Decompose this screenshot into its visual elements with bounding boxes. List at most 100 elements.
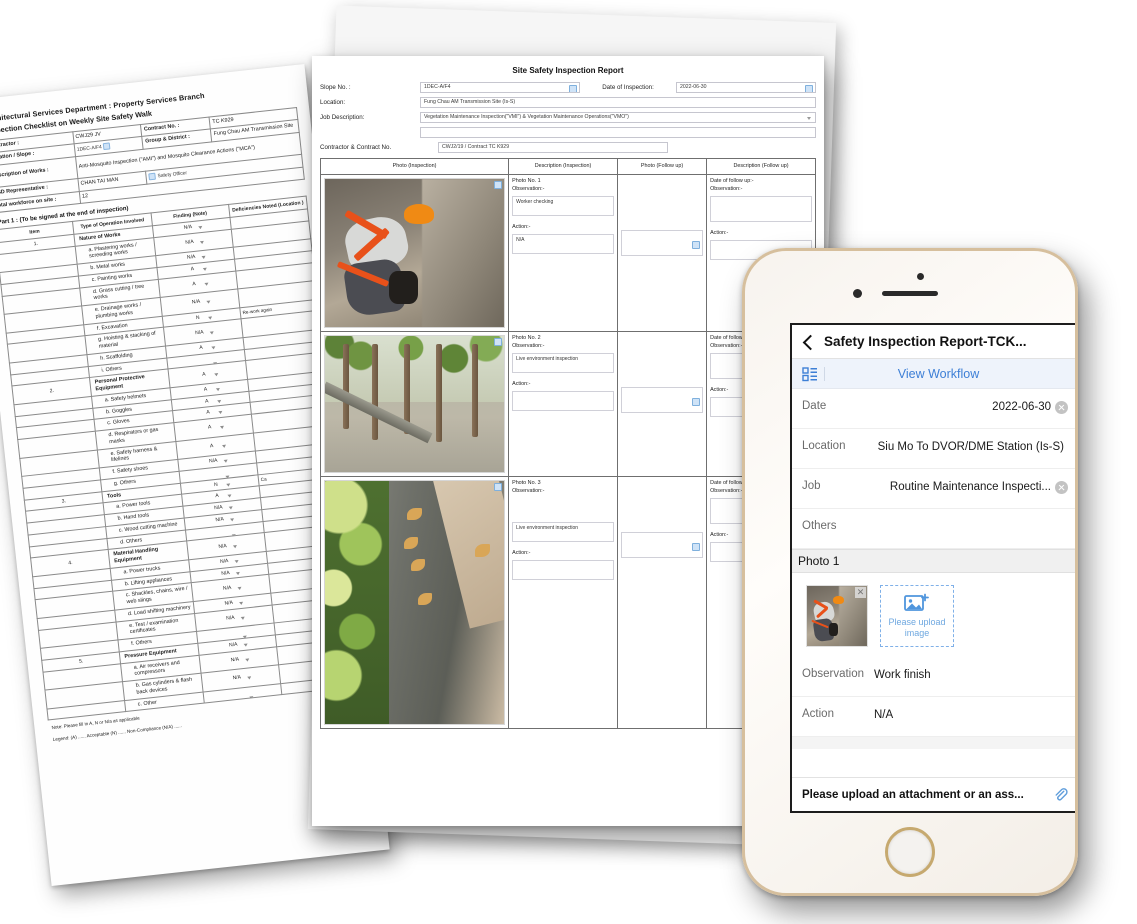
- report-title: Site Safety Inspection Report: [512, 66, 624, 75]
- job-description-label: Job Description:: [320, 114, 365, 121]
- checklist-finding-value: A: [204, 442, 227, 451]
- photo-cell-3[interactable]: [319, 476, 510, 730]
- followup-observation-label-1: Observation:-: [710, 186, 743, 193]
- photo-edit-icon[interactable]: [494, 338, 503, 347]
- followup-photo-upload-1[interactable]: [620, 230, 704, 257]
- location-value: Fung Chau AM Transmission Site (Is-S): [424, 99, 516, 105]
- date-label: Date of Inspection:: [602, 84, 654, 91]
- paperclip-icon[interactable]: [1053, 787, 1068, 802]
- checklist-finding-value: A: [199, 397, 222, 406]
- followup-photo-upload-3[interactable]: [620, 532, 704, 559]
- photo-art-drain: [325, 481, 505, 725]
- app-header: Safety Inspection Report-TCK...: [792, 325, 1075, 359]
- job-description-extra-row: [320, 127, 816, 138]
- photo-edit-icon[interactable]: [494, 483, 503, 492]
- checklist-finding-value: N/A: [219, 584, 242, 593]
- action-value-2[interactable]: [512, 391, 614, 412]
- slope-no-input[interactable]: 1DEC-A/F4: [420, 82, 580, 93]
- photo-art-trees: [325, 336, 505, 473]
- inspection-photo-2[interactable]: [324, 335, 506, 474]
- action-value-1[interactable]: N/A: [512, 234, 614, 255]
- report-contractor-input[interactable]: CWJ2/19 / Contract TC K929: [438, 142, 668, 153]
- proximity-sensor-icon: [917, 273, 924, 280]
- checklist-finding-value: N/A: [182, 238, 205, 247]
- earpiece-speaker: [882, 291, 938, 296]
- remove-photo-icon[interactable]: ✕: [855, 587, 866, 598]
- clear-icon[interactable]: [1055, 401, 1068, 414]
- report-contractor-label: Contractor & Contract No.: [320, 144, 392, 151]
- followup-action-label-1: Action:-: [710, 230, 729, 237]
- photo-no-3: Photo No. 3: [512, 480, 541, 487]
- checklist-finding-value: [231, 693, 253, 695]
- back-icon[interactable]: [802, 336, 814, 348]
- workflow-bar[interactable]: View Workflow: [792, 359, 1075, 389]
- location-input[interactable]: Fung Chau AM Transmission Site (Is-S): [420, 97, 816, 108]
- clear-icon[interactable]: [1055, 481, 1068, 494]
- date-value: 2022-06-30: [680, 84, 707, 90]
- field-label-others: Others: [802, 520, 837, 532]
- checklist-finding-value: N/A: [206, 457, 229, 466]
- screenshot-canvas: Architectural Services Department : Prop…: [0, 0, 1137, 924]
- photo-edit-icon[interactable]: [494, 181, 503, 190]
- followup-photo-cell-2[interactable]: [616, 331, 708, 478]
- field-row-location[interactable]: Location Siu Mo To DVOR/DME Station (Is-…: [792, 429, 1075, 469]
- field-row-observation[interactable]: Observation Work finish: [792, 657, 1075, 697]
- checklist-finding-value: N/A: [223, 614, 246, 623]
- followup-photo-upload-2[interactable]: [620, 387, 704, 414]
- photo-table-header-row: Photo (Inspection) Description (Inspecti…: [319, 157, 816, 176]
- home-button[interactable]: [885, 827, 935, 877]
- field-value-action: N/A: [874, 709, 894, 721]
- inspection-photo-1[interactable]: [324, 178, 506, 329]
- phone-screen: Safety Inspection Report-TCK... View Wor…: [790, 323, 1075, 813]
- upload-image-button[interactable]: Please upload image: [880, 585, 954, 647]
- field-row-date[interactable]: Date 2022-06-30: [792, 389, 1075, 429]
- followup-observation-value-1[interactable]: [710, 196, 812, 223]
- checklist-finding-value: A: [202, 423, 225, 432]
- page-title: Safety Inspection Report-TCK...: [824, 334, 1027, 349]
- image-upload-icon[interactable]: [692, 241, 701, 250]
- field-value-job: Routine Maintenance Inspecti...: [889, 481, 1051, 493]
- slope-no-value: 1DEC-A/F4: [424, 84, 451, 90]
- chevron-down-icon[interactable]: [807, 117, 811, 120]
- contractor-row: Contractor & Contract No. CWJ2/19 / Cont…: [320, 142, 816, 153]
- field-label-job: Job: [802, 480, 821, 492]
- checklist-finding-value: A: [200, 408, 223, 417]
- job-description-extra-input[interactable]: [420, 127, 816, 138]
- photo-cell-2[interactable]: [319, 331, 510, 478]
- date-input[interactable]: 2022-06-30: [676, 82, 816, 93]
- image-upload-icon[interactable]: [692, 398, 701, 407]
- observation-label-2: Observation:-: [512, 343, 545, 350]
- inspection-photo-3[interactable]: [324, 480, 506, 726]
- photo-thumbnail[interactable]: ✕: [806, 585, 868, 647]
- followup-photo-cell-3[interactable]: [616, 476, 708, 730]
- view-workflow-link[interactable]: View Workflow: [835, 367, 1068, 381]
- picker-icon[interactable]: [102, 142, 111, 150]
- checklist-finding-value: N: [208, 480, 231, 489]
- slope-picker-icon[interactable]: [569, 84, 577, 92]
- slope-no-label: Slope No. :: [320, 84, 351, 91]
- th-photo-inspection: Photo (Inspection): [319, 157, 510, 176]
- observation-label-1: Observation:-: [512, 186, 545, 193]
- photo-cell-1[interactable]: [319, 174, 510, 333]
- field-row-others[interactable]: Others: [792, 509, 1075, 549]
- field-label-date: Date: [802, 400, 827, 412]
- checklist-finding-value: N/A: [218, 568, 241, 577]
- description-cell-3: Photo No. 3 Observation:- Live environme…: [508, 476, 618, 730]
- attachment-bar[interactable]: Please upload an attachment or an ass...: [792, 777, 1075, 811]
- checklist-finding-value: N/A: [221, 599, 244, 608]
- checklist-finding-value: [225, 633, 247, 635]
- followup-photo-cell-1[interactable]: [616, 174, 708, 333]
- field-row-job[interactable]: Job Routine Maintenance Inspecti...: [792, 469, 1075, 509]
- job-description-value: Vegetation Maintenance Inspection("VMI")…: [424, 114, 629, 120]
- observation-value-1[interactable]: Worker checking: [512, 196, 614, 217]
- image-add-icon: [904, 593, 929, 612]
- observation-value-3[interactable]: Live environment inspection: [512, 522, 614, 543]
- checklist-body: 1. Nature of Works N/A a. Plastering works …: [0, 208, 360, 721]
- image-upload-icon[interactable]: [692, 543, 701, 552]
- action-value-3[interactable]: [512, 560, 614, 581]
- field-row-action[interactable]: Action N/A: [792, 697, 1075, 737]
- job-description-select[interactable]: Vegetation Maintenance Inspection("VMI")…: [420, 112, 816, 123]
- attachment-label: Please upload an attachment or an ass...: [802, 788, 1024, 801]
- calendar-icon[interactable]: [805, 84, 813, 92]
- observation-value-2[interactable]: Live environment inspection: [512, 353, 614, 374]
